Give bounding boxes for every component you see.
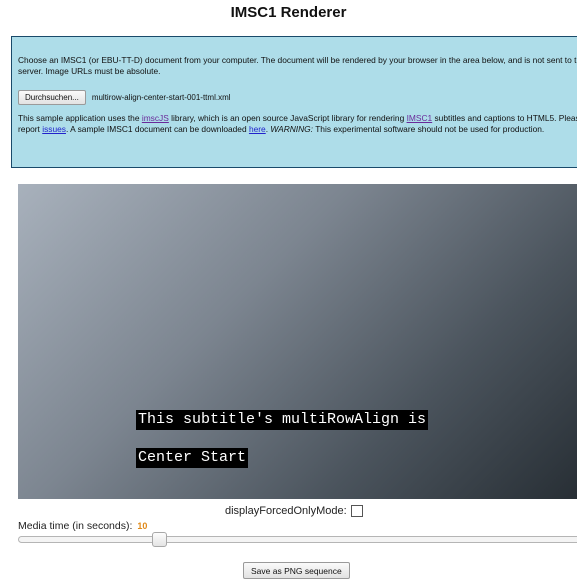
warning-label: WARNING: [270, 124, 314, 134]
forced-only-row: displayForcedOnlyMode: [225, 505, 363, 517]
save-png-sequence-button[interactable]: Save as PNG sequence [243, 562, 350, 579]
page-title: IMSC1 Renderer [230, 4, 347, 21]
file-picker: Durchsuchen... multirow-align-center-sta… [18, 89, 231, 105]
desc-text-2: library, which is an open source JavaScr… [168, 113, 407, 123]
desc-text-1: This sample application uses the [18, 113, 142, 123]
slider-thumb[interactable] [152, 532, 167, 547]
description-text: This sample application uses the imscJS … [18, 113, 577, 135]
issues-link[interactable]: issues [42, 124, 66, 134]
intro-text: Choose an IMSC1 (or EBU-TT-D) document f… [18, 55, 577, 76]
imscjs-link[interactable]: imscJS [142, 113, 169, 123]
imsc1-link[interactable]: IMSC1 [407, 113, 433, 123]
forced-only-checkbox[interactable] [350, 505, 363, 517]
media-time-slider[interactable] [18, 532, 577, 547]
sample-download-link[interactable]: here [249, 124, 266, 134]
render-area: This subtitle's multiRowAlign is Center … [18, 184, 577, 499]
selected-file-name: multirow-align-center-start-001-ttml.xml [91, 92, 231, 102]
desc-text-6: This experimental software should not be… [313, 124, 545, 134]
desc-text-4: . A sample IMSC1 document can be downloa… [65, 124, 249, 134]
subtitle-line-1: This subtitle's multiRowAlign is [136, 410, 429, 430]
browse-button[interactable]: Durchsuchen... [18, 89, 86, 105]
media-time-row: Media time (in seconds): 10 [18, 520, 147, 532]
media-time-value: 10 [137, 521, 148, 531]
subtitle-line-2: Center Start [136, 448, 249, 468]
media-time-label: Media time (in seconds): [18, 520, 133, 532]
info-panel: Choose an IMSC1 (or EBU-TT-D) document f… [11, 36, 577, 168]
forced-only-label: displayForcedOnlyMode: [225, 505, 347, 517]
